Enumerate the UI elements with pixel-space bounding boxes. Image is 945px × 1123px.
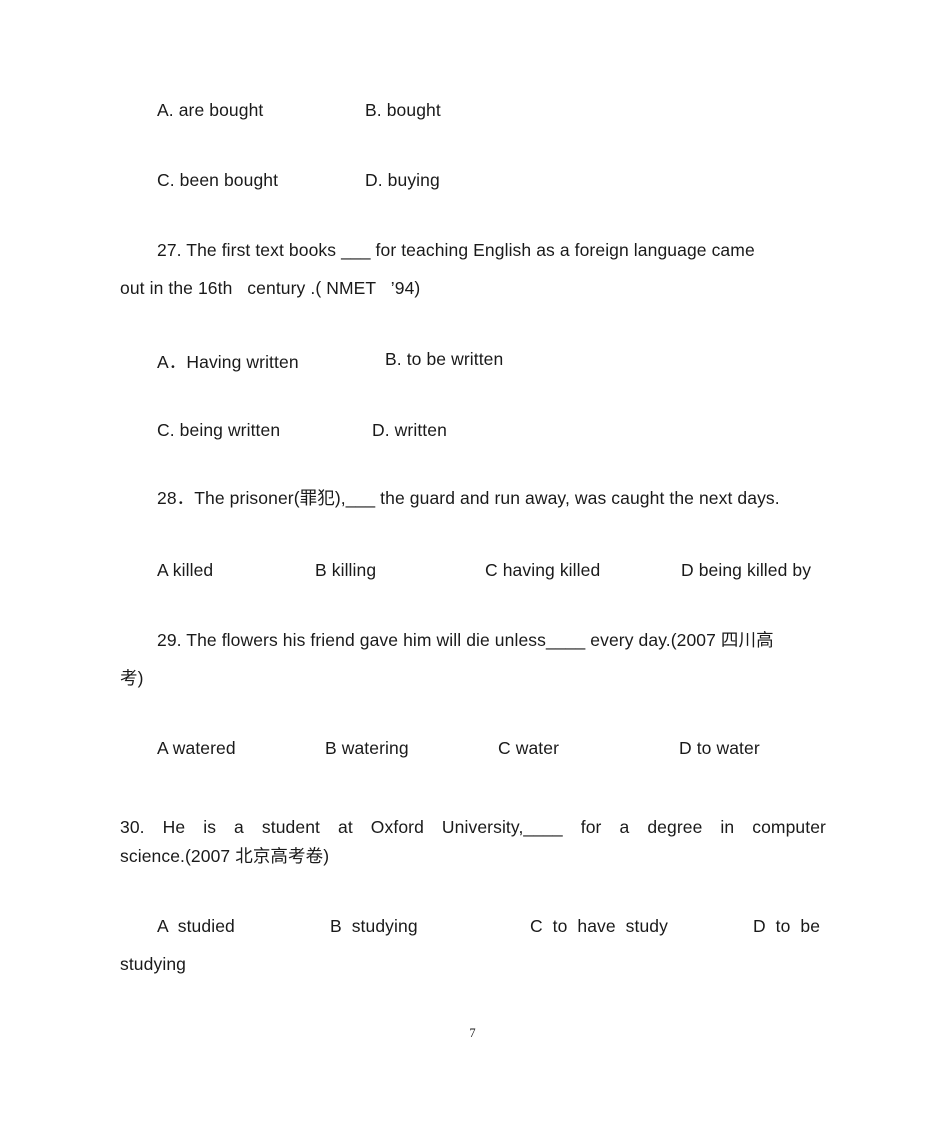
option-a-q27: A．Having written (157, 352, 299, 372)
option-c-q30: C to have study (530, 916, 668, 936)
option-b-q30: B studying (330, 916, 418, 936)
option-c-q28: C having killed (485, 560, 601, 580)
option-c-q26: C. been bought (157, 170, 279, 190)
option-d-q27: D. written (372, 420, 447, 440)
option-c-q27: C. being written (157, 420, 281, 440)
question-27-stem-line-2: out in the 16th century .( NMET ’94) (120, 278, 421, 298)
option-d-q26: D. buying (365, 170, 440, 190)
question-28-stem-line-1: 28．The prisoner(罪犯),___ the guard and ru… (157, 488, 780, 508)
option-b-q28: B killing (315, 560, 377, 580)
option-a-q30: A studied (157, 916, 235, 936)
option-a-q28: A killed (157, 560, 214, 580)
option-b-q26: B. bought (365, 100, 441, 120)
document-page: A. are bought B. bought C. been bought D… (0, 0, 945, 1123)
option-b-q29: B watering (325, 738, 409, 758)
question-29-stem-line-2: 考) (120, 668, 144, 688)
page-number: 7 (469, 1026, 476, 1040)
option-d-q30-wrap: studying (120, 954, 186, 974)
option-a-q26: A. are bought (157, 100, 264, 120)
option-d-q28: D being killed by (681, 560, 812, 580)
question-30-stem-line-2: science.(2007 北京高考卷) (120, 846, 330, 866)
question-27-stem-line-1: 27. The first text books ___ for teachin… (157, 240, 755, 260)
question-29-stem-line-1: 29. The flowers his friend gave him will… (157, 630, 774, 650)
option-a-q29: A watered (157, 738, 236, 758)
option-b-q27: B. to be written (385, 349, 504, 369)
option-c-q29: C water (498, 738, 559, 758)
option-d-q29: D to water (679, 738, 760, 758)
option-d-q30: D to be (753, 916, 821, 936)
